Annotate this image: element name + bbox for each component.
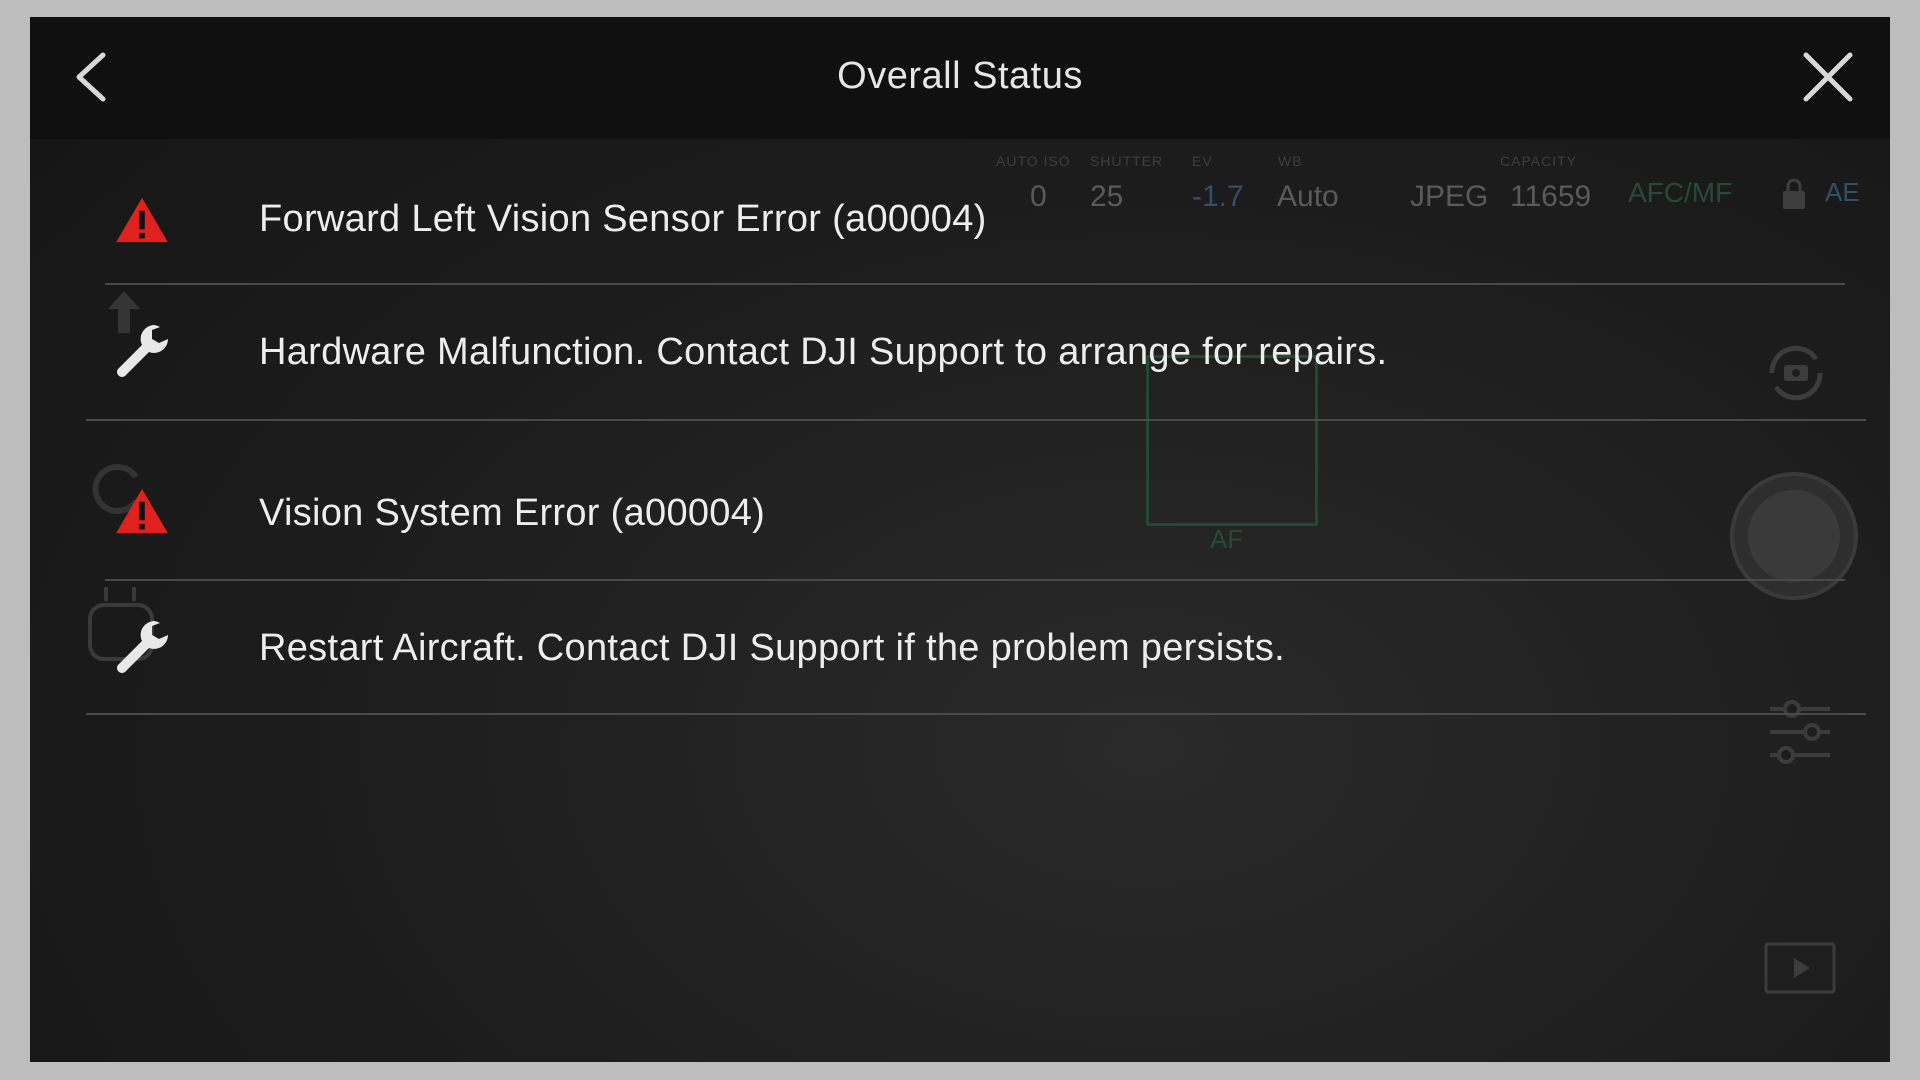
warning-icon <box>116 488 168 534</box>
playback-icon[interactable] <box>1764 942 1836 994</box>
wrench-icon <box>117 325 168 377</box>
wrench-icon <box>117 621 168 673</box>
status-item-text: Hardware Malfunction. Contact DJI Suppor… <box>259 331 1388 373</box>
divider <box>86 713 1866 715</box>
header-bar: Overall Status <box>30 17 1890 139</box>
page-title: Overall Status <box>837 55 1083 97</box>
status-item-text: Vision System Error (a00004) <box>259 492 766 534</box>
status-item: Vision System Error (a00004) <box>30 421 1890 581</box>
close-icon[interactable] <box>1798 47 1858 107</box>
status-item-text: Forward Left Vision Sensor Error (a00004… <box>259 198 987 240</box>
status-item: Forward Left Vision Sensor Error (a00004… <box>30 139 1890 285</box>
warning-icon <box>116 197 168 243</box>
status-item: Hardware Malfunction. Contact DJI Suppor… <box>30 285 1890 421</box>
status-item: Restart Aircraft. Contact DJI Support if… <box>30 581 1890 715</box>
overall-status-screen: AUTO ISO SHUTTER EV WB CAPACITY 0 25 -1.… <box>30 17 1890 1062</box>
status-item-text: Restart Aircraft. Contact DJI Support if… <box>259 627 1285 669</box>
